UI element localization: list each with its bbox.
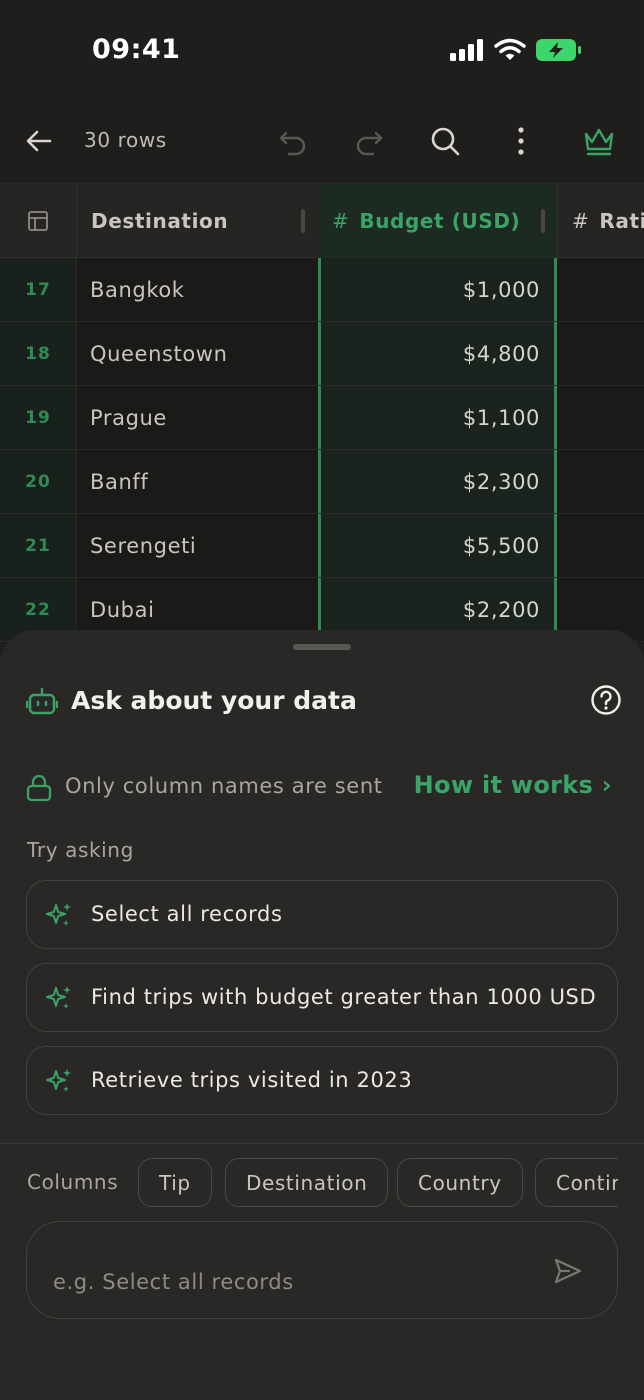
data-grid: Destination # Budget (USD) # Ratin 17 Ba… — [0, 183, 644, 643]
sparkle-icon — [46, 903, 71, 926]
send-icon[interactable] — [553, 1256, 583, 1286]
column-header-label: Budget (USD) — [359, 208, 521, 233]
cell-budget[interactable]: $5,500 — [318, 514, 557, 577]
cell-destination[interactable]: Serengeti — [90, 514, 196, 577]
status-time: 09:41 — [92, 34, 181, 65]
battery-icon — [536, 39, 581, 61]
column-resize-handle[interactable] — [541, 209, 545, 233]
cell-budget[interactable]: $4,800 — [318, 322, 557, 385]
back-arrow-icon[interactable] — [22, 124, 56, 158]
column-chip[interactable]: Destination — [225, 1158, 389, 1207]
grid-header: Destination # Budget (USD) # Ratin — [0, 183, 644, 258]
row-number-header[interactable] — [0, 183, 77, 258]
query-input[interactable] — [53, 1262, 533, 1302]
column-header-destination[interactable]: Destination — [77, 183, 318, 258]
lock-icon — [26, 774, 52, 802]
table-icon — [28, 210, 48, 231]
wifi-icon — [494, 38, 526, 60]
query-input-box — [26, 1221, 618, 1319]
table-row[interactable]: 20 Banff $2,300 — [0, 450, 644, 514]
column-resize-handle[interactable] — [301, 209, 305, 233]
redo-icon[interactable] — [352, 124, 386, 158]
more-vertical-icon[interactable] — [504, 124, 538, 158]
status-bar: 09:41 — [0, 0, 644, 100]
column-header-budget[interactable]: # Budget (USD) — [318, 183, 557, 258]
search-icon[interactable] — [428, 124, 462, 158]
table-row[interactable]: 19 Prague $1,100 — [0, 386, 644, 450]
undo-icon[interactable] — [276, 124, 310, 158]
row-number: 18 — [0, 322, 77, 385]
cell-budget[interactable]: $1,100 — [318, 386, 557, 449]
suggestion-text: Select all records — [91, 902, 283, 926]
suggestion-button[interactable]: Select all records — [26, 880, 618, 949]
divider — [0, 1143, 644, 1144]
row-number: 17 — [0, 258, 77, 321]
row-number: 20 — [0, 450, 77, 513]
suggestion-button[interactable]: Find trips with budget greater than 1000… — [26, 963, 618, 1032]
signal-icon — [450, 39, 483, 61]
sheet-header: Ask about your data — [26, 682, 622, 722]
ask-data-sheet: Ask about your data Only column names ar… — [0, 630, 644, 1400]
column-header-rating[interactable]: # Ratin — [557, 183, 644, 258]
row-number: 19 — [0, 386, 77, 449]
cell-rating[interactable] — [557, 258, 644, 321]
cell-destination[interactable]: Bangkok — [90, 258, 185, 321]
sheet-title: Ask about your data — [71, 686, 357, 715]
suggestion-text: Find trips with budget greater than 1000… — [91, 985, 597, 1009]
column-chip[interactable]: Tip — [138, 1158, 212, 1207]
sparkle-icon — [46, 1069, 71, 1092]
column-chips-row: Columns Tip Destination Country Contir — [0, 1158, 618, 1208]
try-asking-label: Try asking — [27, 838, 134, 862]
cell-budget[interactable]: $2,300 — [318, 450, 557, 513]
column-header-label: Ratin — [599, 208, 644, 233]
column-chip[interactable]: Country — [397, 1158, 523, 1207]
sparkle-icon — [46, 986, 71, 1009]
cell-budget[interactable]: $1,000 — [318, 258, 557, 321]
row-count: 30 rows — [84, 128, 167, 152]
sheet-drag-handle[interactable] — [293, 644, 351, 650]
suggestion-text: Retrieve trips visited in 2023 — [91, 1068, 413, 1092]
cell-rating[interactable] — [557, 450, 644, 513]
status-icons — [450, 38, 582, 62]
cell-destination[interactable]: Banff — [90, 450, 148, 513]
robot-icon — [26, 687, 58, 715]
column-chip[interactable]: Contir — [535, 1158, 618, 1207]
cell-rating[interactable] — [557, 386, 644, 449]
number-type-icon: # — [332, 208, 350, 233]
table-row[interactable]: 18 Queenstown $4,800 — [0, 322, 644, 386]
row-number: 21 — [0, 514, 77, 577]
number-type-icon: # — [572, 208, 590, 233]
table-row[interactable]: 21 Serengeti $5,500 — [0, 514, 644, 578]
help-icon[interactable] — [590, 684, 622, 716]
toolbar: 30 rows — [0, 110, 644, 172]
columns-label: Columns — [27, 1170, 119, 1194]
how-it-works-link[interactable]: How it works › — [414, 771, 612, 799]
cell-rating[interactable] — [557, 514, 644, 577]
cell-destination[interactable]: Queenstown — [90, 322, 228, 385]
crown-icon[interactable] — [582, 124, 616, 158]
privacy-notice: Only column names are sent How it works … — [26, 770, 622, 806]
table-row[interactable]: 17 Bangkok $1,000 — [0, 258, 644, 322]
column-header-label: Destination — [91, 208, 229, 233]
cell-destination[interactable]: Prague — [90, 386, 167, 449]
suggestion-button[interactable]: Retrieve trips visited in 2023 — [26, 1046, 618, 1115]
cell-rating[interactable] — [557, 322, 644, 385]
privacy-text: Only column names are sent — [65, 774, 383, 798]
